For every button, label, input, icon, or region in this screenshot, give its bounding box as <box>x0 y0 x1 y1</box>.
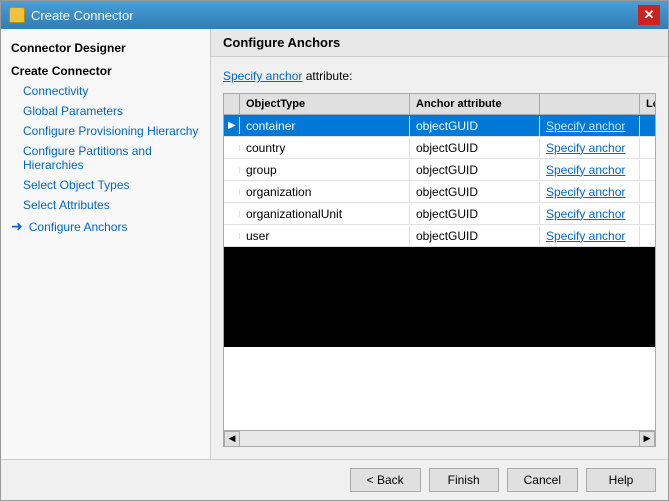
window-icon <box>9 7 25 23</box>
sidebar-item-configure-provisioning-hierarchy[interactable]: Configure Provisioning Hierarchy <box>1 121 210 141</box>
sidebar-item-configure-provisioning-hierarchy-label: Configure Provisioning Hierarchy <box>23 124 198 138</box>
sidebar-item-connectivity-label: Connectivity <box>23 84 88 98</box>
sidebar: Connector Designer Create Connector Conn… <box>1 29 211 459</box>
specify-anchor-suffix: attribute: <box>302 69 352 83</box>
row-anchor-attribute-0: objectGUID <box>410 116 540 136</box>
col-locked: Locked <box>640 94 656 114</box>
finish-button[interactable]: Finish <box>429 468 499 492</box>
help-button[interactable]: Help <box>586 468 656 492</box>
main-window: Create Connector ✕ Connector Designer Cr… <box>0 0 669 501</box>
specify-anchor-text: Specify anchor attribute: <box>223 69 656 83</box>
row-locked-1: ✓ <box>640 137 655 158</box>
table-row[interactable]: organization objectGUID Specify anchor ✓ <box>224 181 655 203</box>
col-anchor-attribute: Anchor attribute <box>410 94 540 114</box>
row-locked-4: ✓ <box>640 203 655 224</box>
row-locked-2: ✓ <box>640 159 655 180</box>
row-specify-anchor-2[interactable]: Specify anchor <box>540 160 640 180</box>
back-button[interactable]: Back <box>350 468 421 492</box>
black-preview-area <box>224 247 655 347</box>
title-bar: Create Connector ✕ <box>1 1 668 29</box>
row-anchor-attribute-4: objectGUID <box>410 204 540 224</box>
row-specify-anchor-4[interactable]: Specify anchor <box>540 204 640 224</box>
sidebar-item-connectivity[interactable]: Connectivity <box>1 81 210 101</box>
table-row[interactable]: organizationalUnit objectGUID Specify an… <box>224 203 655 225</box>
close-button[interactable]: ✕ <box>638 5 660 25</box>
sidebar-item-global-parameters[interactable]: Global Parameters <box>1 101 210 121</box>
row-locked-0: ✓ <box>640 115 655 136</box>
sidebar-item-configure-anchors[interactable]: ➜ Configure Anchors <box>1 215 210 238</box>
sidebar-item-create-connector[interactable]: Create Connector <box>1 61 210 81</box>
row-object-type-5: user <box>240 226 410 246</box>
right-panel: Configure Anchors Specify anchor attribu… <box>211 29 668 459</box>
sidebar-item-select-attributes[interactable]: Select Attributes <box>1 195 210 215</box>
specify-anchor-link[interactable]: Specify anchor <box>223 69 302 83</box>
col-arrow <box>224 94 240 114</box>
table-row[interactable]: ▶ container objectGUID Specify anchor ✓ <box>224 115 655 137</box>
sidebar-item-configure-anchors-label: Configure Anchors <box>29 220 128 234</box>
col-specify-anchor <box>540 94 640 114</box>
table-rows: ▶ container objectGUID Specify anchor ✓ … <box>224 115 655 430</box>
row-specify-anchor-3[interactable]: Specify anchor <box>540 182 640 202</box>
row-arrow-3 <box>224 189 240 195</box>
row-anchor-attribute-5: objectGUID <box>410 226 540 246</box>
row-anchor-attribute-1: objectGUID <box>410 138 540 158</box>
horizontal-scrollbar[interactable]: ◀ ▶ <box>224 430 655 446</box>
table-row[interactable]: user objectGUID Specify anchor ✓ <box>224 225 655 247</box>
title-bar-left: Create Connector <box>9 7 134 23</box>
sidebar-item-select-object-types[interactable]: Select Object Types <box>1 175 210 195</box>
sidebar-item-select-object-types-label: Select Object Types <box>23 178 130 192</box>
table-row[interactable]: group objectGUID Specify anchor ✓ <box>224 159 655 181</box>
panel-header: Configure Anchors <box>211 29 668 57</box>
row-object-type-3: organization <box>240 182 410 202</box>
row-arrow-4 <box>224 211 240 217</box>
footer: Back Finish Cancel Help <box>1 459 668 500</box>
sidebar-arrow-icon: ➜ <box>11 218 23 235</box>
sidebar-item-create-connector-label: Create Connector <box>11 64 112 78</box>
row-locked-3: ✓ <box>640 181 655 202</box>
scroll-track[interactable] <box>240 431 639 447</box>
row-object-type-2: group <box>240 160 410 180</box>
row-locked-5: ✓ <box>640 225 655 246</box>
scroll-right-button[interactable]: ▶ <box>639 431 655 447</box>
row-arrow-1 <box>224 145 240 151</box>
window-title: Create Connector <box>31 8 134 23</box>
row-object-type-4: organizationalUnit <box>240 204 410 224</box>
row-object-type-1: country <box>240 138 410 158</box>
row-object-type-0: container <box>240 116 410 136</box>
sidebar-item-configure-partitions-and-hierarchies[interactable]: Configure Partitions and Hierarchies <box>1 141 210 175</box>
table-header: ObjectType Anchor attribute Locked <box>224 94 655 115</box>
col-object-type: ObjectType <box>240 94 410 114</box>
row-anchor-attribute-2: objectGUID <box>410 160 540 180</box>
row-arrow-0: ▶ <box>224 117 240 134</box>
row-arrow-2 <box>224 167 240 173</box>
row-specify-anchor-1[interactable]: Specify anchor <box>540 138 640 158</box>
panel-body: Specify anchor attribute: ObjectType Anc… <box>211 57 668 459</box>
sidebar-item-global-parameters-label: Global Parameters <box>23 104 123 118</box>
row-anchor-attribute-3: objectGUID <box>410 182 540 202</box>
cancel-button[interactable]: Cancel <box>507 468 578 492</box>
scroll-left-button[interactable]: ◀ <box>224 431 240 447</box>
sidebar-item-configure-partitions-and-hierarchies-label: Configure Partitions and Hierarchies <box>23 144 200 172</box>
row-specify-anchor-0[interactable]: Specify anchor <box>540 116 640 136</box>
main-content: Connector Designer Create Connector Conn… <box>1 29 668 459</box>
anchor-table: ObjectType Anchor attribute Locked ▶ con… <box>223 93 656 447</box>
table-row[interactable]: country objectGUID Specify anchor ✓ <box>224 137 655 159</box>
sidebar-header: Connector Designer <box>1 37 210 61</box>
sidebar-item-select-attributes-label: Select Attributes <box>23 198 110 212</box>
row-specify-anchor-5[interactable]: Specify anchor <box>540 226 640 246</box>
row-arrow-5 <box>224 233 240 239</box>
